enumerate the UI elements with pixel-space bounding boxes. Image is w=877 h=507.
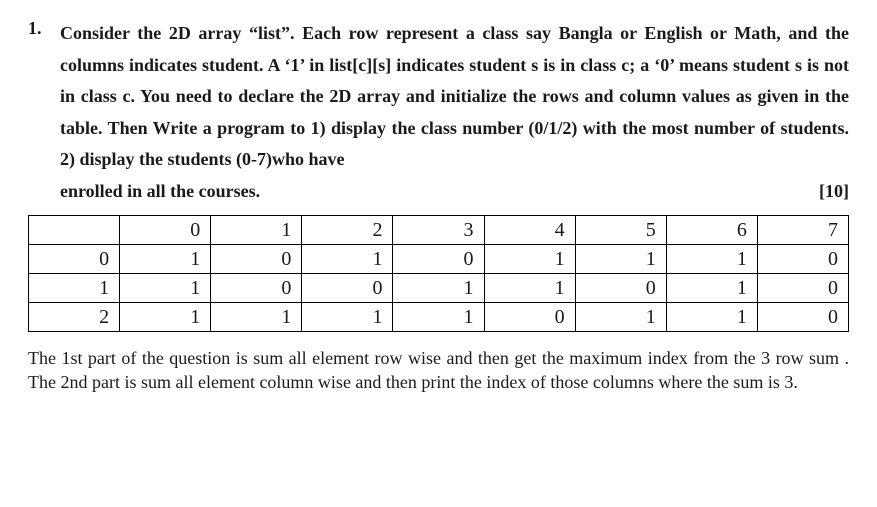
table-cell: 1: [666, 245, 757, 274]
table-cell: 1: [120, 274, 211, 303]
table-cell: 1: [484, 274, 575, 303]
question-1: 1. Consider the 2D array “list”. Each ro…: [28, 18, 849, 207]
col-header: 1: [211, 216, 302, 245]
table-cell: 0: [211, 274, 302, 303]
col-header: 6: [666, 216, 757, 245]
table-cell: 1: [575, 245, 666, 274]
question-body: Consider the 2D array “list”. Each row r…: [60, 18, 849, 207]
table-cell: 0: [211, 245, 302, 274]
row-header: 2: [29, 303, 120, 332]
table-cell: 1: [120, 245, 211, 274]
table-cell: 1: [666, 303, 757, 332]
table-cell: 1: [120, 303, 211, 332]
col-header: 7: [757, 216, 848, 245]
table-cell: 0: [757, 303, 848, 332]
prompt-line: Consider the 2D array “list”. Each row r…: [60, 23, 781, 43]
explanation-text: The 1st part of the question is sum all …: [28, 346, 849, 395]
table-cell: 0: [393, 245, 484, 274]
prompt-line: enrolled in all the courses.: [60, 176, 260, 208]
table-cell: 0: [302, 274, 393, 303]
table-corner: [29, 216, 120, 245]
marks: [10]: [819, 176, 849, 208]
table-row: 2 1 1 1 1 0 1 1 0: [29, 303, 849, 332]
question-prompt: Consider the 2D array “list”. Each row r…: [60, 18, 849, 207]
table-cell: 1: [666, 274, 757, 303]
table-cell: 0: [484, 303, 575, 332]
table-row: 1 1 0 0 1 1 0 1 0: [29, 274, 849, 303]
col-header: 0: [120, 216, 211, 245]
table-cell: 0: [575, 274, 666, 303]
table-cell: 1: [484, 245, 575, 274]
col-header: 5: [575, 216, 666, 245]
row-header: 0: [29, 245, 120, 274]
row-header: 1: [29, 274, 120, 303]
table-cell: 1: [393, 274, 484, 303]
table-cell: 1: [575, 303, 666, 332]
table-cell: 1: [393, 303, 484, 332]
table-header-row: 0 1 2 3 4 5 6 7: [29, 216, 849, 245]
table-cell: 1: [302, 303, 393, 332]
col-header: 4: [484, 216, 575, 245]
col-header: 3: [393, 216, 484, 245]
question-number: 1.: [28, 18, 46, 207]
table-cell: 0: [757, 274, 848, 303]
table-row: 0 1 0 1 0 1 1 1 0: [29, 245, 849, 274]
table-cell: 0: [757, 245, 848, 274]
col-header: 2: [302, 216, 393, 245]
table-cell: 1: [211, 303, 302, 332]
table-cell: 1: [302, 245, 393, 274]
data-table: 0 1 2 3 4 5 6 7 0 1 0 1 0 1 1 1 0 1 1 0 …: [28, 215, 849, 332]
